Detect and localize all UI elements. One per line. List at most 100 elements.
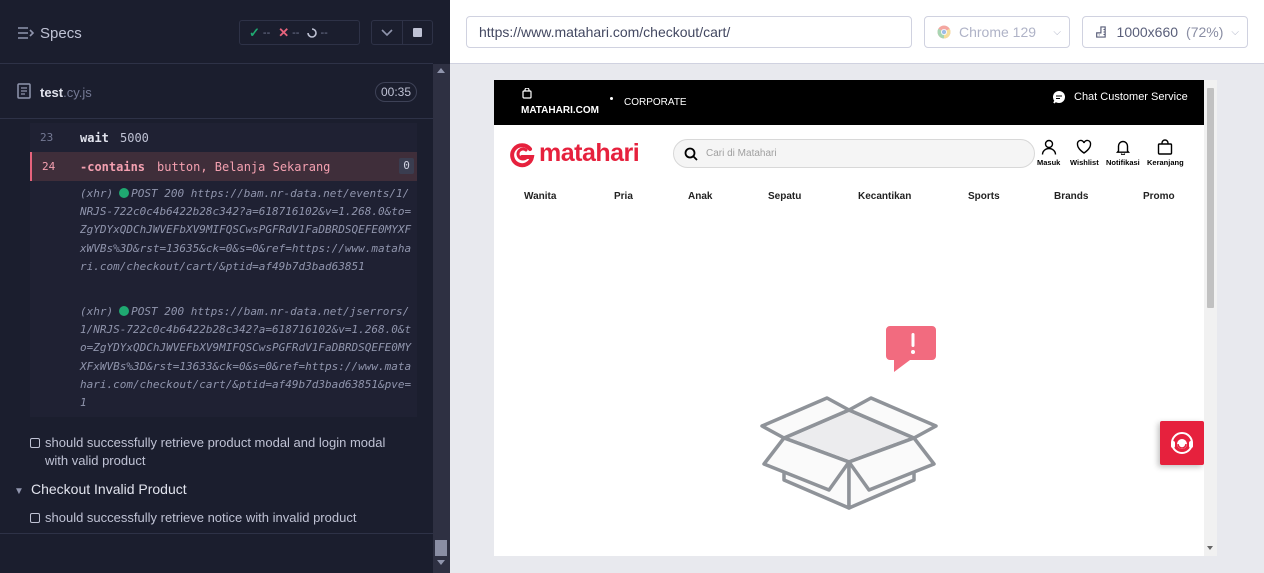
viewport-size: 1000x660 [1116, 24, 1179, 40]
command-log: 23 wait 5000 24 -contains button, Belanj… [30, 123, 417, 417]
scroll-thumb[interactable] [1207, 88, 1214, 308]
document-icon [17, 83, 31, 99]
checkbox-icon [30, 513, 40, 523]
xhr-prefix: (xhr) [80, 305, 114, 318]
category-sports[interactable]: Sports [968, 191, 1000, 202]
x-icon: ✕ [278, 24, 290, 40]
test-title: should successfully retrieve product mod… [45, 435, 386, 468]
cart-button[interactable]: Keranjang [1147, 139, 1184, 167]
command-name: wait [80, 131, 109, 145]
category-kecantikan[interactable]: Kecantikan [858, 191, 911, 202]
chat-label: Chat Customer Service [1074, 91, 1188, 103]
specs-label[interactable]: Specs [40, 25, 82, 42]
duration-badge: 00:35 [375, 82, 417, 102]
browser-selector[interactable]: Chrome 129 ⌵ [924, 16, 1070, 48]
reporter-scrollbar[interactable] [433, 64, 450, 573]
notification-label: Notifikasi [1106, 158, 1140, 167]
search-input[interactable] [706, 148, 1006, 159]
command-row[interactable]: 23 wait 5000 [30, 123, 417, 152]
file-name-ext: .cy.js [63, 85, 92, 100]
website-frame: MATAHARI.COM CORPORATE Chat Customer Ser… [494, 80, 1217, 556]
test-title: should successfully retrieve notice with… [45, 510, 357, 525]
command-message: button, Belanja Sekarang [157, 160, 331, 174]
spinner-icon [307, 27, 318, 38]
login-label: Masuk [1037, 158, 1061, 167]
category-wanita[interactable]: Wanita [524, 191, 556, 202]
url-bar[interactable]: https://www.matahari.com/checkout/cart/ [466, 16, 912, 48]
pending-count: -- [320, 26, 328, 39]
chevron-down-icon: ▼ [14, 486, 24, 497]
status-dot-icon [119, 188, 130, 198]
headset-icon [1171, 432, 1193, 454]
viewport-zoom: (72%) [1186, 24, 1224, 40]
matahari-logo[interactable]: matahari [508, 139, 640, 168]
scroll-thumb[interactable] [435, 540, 447, 556]
category-pria[interactable]: Pria [614, 191, 633, 202]
wishlist-button[interactable]: Wishlist [1070, 139, 1099, 167]
command-name: -contains [80, 160, 146, 174]
passed-stat: ✓ -- [249, 25, 270, 41]
suite-row[interactable]: ▼ Checkout Invalid Product [14, 481, 187, 497]
command-number: 24 [42, 160, 56, 173]
user-icon [1041, 139, 1056, 155]
matahari-logo-icon [510, 142, 535, 167]
heart-icon [1077, 139, 1092, 154]
specs-menu-icon[interactable] [17, 24, 35, 42]
notification-button[interactable]: Notifikasi [1106, 139, 1140, 167]
viewport-selector[interactable]: 1000x660 (72%) ⌵ [1082, 16, 1248, 48]
category-brands[interactable]: Brands [1054, 191, 1088, 202]
browser-label: Chrome 129 [959, 24, 1037, 40]
test-stats: ✓ -- ✕ -- -- [239, 20, 360, 45]
xhr-log-entry[interactable]: (xhr) POST 200 https://bam.nr-data.net/js… [80, 303, 415, 412]
xhr-log-entry[interactable]: (xhr) POST 200 https://bam.nr-data.net/ev… [80, 185, 415, 276]
site-scrollbar[interactable] [1204, 80, 1217, 556]
corporate-link[interactable]: CORPORATE [624, 97, 687, 108]
chevron-down-icon: ⌵ [1231, 26, 1239, 38]
xhr-prefix: (xhr) [80, 187, 114, 200]
chat-support-button[interactable] [1160, 421, 1204, 465]
xhr-url: https://bam.nr-data.net/jserrors/1/NRJS-… [80, 305, 412, 410]
cart-label: Keranjang [1147, 158, 1184, 167]
scroll-up-icon[interactable] [437, 68, 445, 73]
suite-title: Checkout Invalid Product [31, 481, 187, 497]
xhr-method: POST 200 [131, 187, 185, 200]
run-controls [371, 20, 433, 45]
login-button[interactable]: Masuk [1037, 139, 1060, 167]
category-sepatu[interactable]: Sepatu [768, 191, 801, 202]
aut-header: https://www.matahari.com/checkout/cart/ … [450, 0, 1264, 64]
category-nav: Wanita Pria Anak Sepatu Kecantikan Sport… [494, 183, 1204, 209]
search-bar[interactable] [673, 139, 1035, 168]
chrome-icon [937, 25, 951, 39]
status-dot-icon [119, 306, 130, 316]
bell-icon [1115, 140, 1130, 155]
site-brand-link[interactable]: MATAHARI.COM [521, 105, 599, 116]
spec-file-row[interactable]: test.cy.js 00:35 [0, 65, 433, 119]
stop-icon [412, 28, 422, 37]
command-row-failed[interactable]: 24 -contains button, Belanja Sekarang 0 [30, 152, 417, 181]
xhr-url: https://bam.nr-data.net/events/1/NRJS-72… [80, 187, 412, 273]
cypress-reporter: Specs ✓ -- ✕ -- -- test.cy.js 00:35 23 w… [0, 0, 450, 573]
scroll-down-icon[interactable] [1207, 546, 1213, 550]
scroll-down-icon[interactable] [437, 560, 445, 565]
chat-customer-service-link[interactable]: Chat Customer Service [1052, 90, 1188, 104]
category-anak[interactable]: Anak [688, 191, 712, 202]
search-icon [684, 147, 698, 161]
file-name-base: test [40, 85, 64, 100]
chevron-down-icon [381, 28, 393, 36]
checkbox-icon [30, 438, 40, 448]
chat-bubble-icon [1053, 91, 1065, 104]
category-promo[interactable]: Promo [1143, 191, 1175, 202]
element-count-badge: 0 [399, 158, 414, 174]
passed-count: -- [262, 26, 271, 39]
bag-icon [1158, 139, 1173, 155]
shopping-bag-icon [522, 88, 532, 99]
pending-stat: -- [307, 26, 328, 39]
test-item[interactable]: should successfully retrieve product mod… [30, 434, 410, 470]
stop-button[interactable] [401, 21, 432, 44]
site-header: matahari Masuk Wishlist [494, 125, 1204, 183]
expand-button[interactable] [372, 21, 402, 44]
reporter-header: Specs ✓ -- ✕ -- -- [0, 0, 433, 64]
separator-dot [610, 97, 613, 100]
test-item[interactable]: should successfully retrieve notice with… [30, 509, 410, 527]
chevron-down-icon: ⌵ [1053, 26, 1061, 38]
